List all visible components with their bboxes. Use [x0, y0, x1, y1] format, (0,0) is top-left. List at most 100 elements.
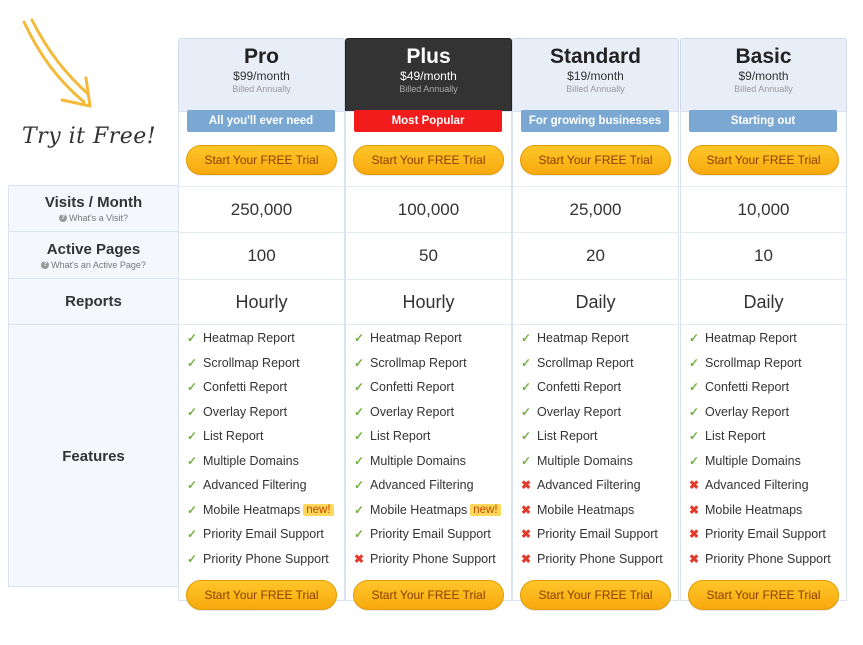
try-it-free-text: Try it Free!	[22, 124, 157, 149]
try-free-promo: Try it Free!	[0, 0, 178, 185]
features-label-title: Features	[62, 447, 125, 465]
feature-label: Priority Email Support	[370, 527, 491, 542]
check-icon: ✓	[689, 404, 700, 419]
features-label: Features	[9, 325, 178, 587]
feature-item: ✖ Priority Email Support	[689, 522, 839, 547]
feature-item: ✓ Confetti Report	[521, 375, 671, 400]
start-trial-button-bottom[interactable]: Start Your FREE Trial	[520, 580, 671, 610]
feature-label: Confetti Report	[203, 380, 288, 395]
plan-tagline: All you'll ever need	[187, 110, 335, 132]
feature-list: ✓ Heatmap Report ✓ Scrollmap Report ✓ Confett…	[354, 326, 504, 571]
feature-item: ✓ Heatmap Report	[187, 326, 337, 351]
check-icon: ✓	[354, 355, 365, 370]
start-trial-button[interactable]: Start Your FREE Trial	[520, 145, 671, 175]
plan-price: $9/month	[738, 69, 789, 83]
feature-item: ✓ Heatmap Report	[354, 326, 504, 351]
feature-item: ✓ Overlay Report	[354, 400, 504, 425]
feature-label: Advanced Filtering	[203, 478, 307, 493]
feature-label: Priority Phone Support	[537, 551, 663, 566]
visits-label-title: Visits / Month	[44, 194, 143, 211]
check-icon: ✓	[187, 331, 198, 346]
cross-icon: ✖	[689, 551, 700, 566]
feature-item: ✖ Priority Phone Support	[354, 547, 504, 572]
feature-label: Advanced Filtering	[537, 478, 641, 493]
visits-help-link[interactable]: ? What's a Visit?	[58, 213, 129, 223]
feature-label: Overlay Report	[537, 404, 622, 419]
start-trial-button[interactable]: Start Your FREE Trial	[186, 145, 337, 175]
pages-label: Active Pages ? What's an Active Page?	[9, 232, 178, 279]
plan-header: Basic $9/month Billed Annually	[680, 38, 847, 111]
feature-item: ✓ Advanced Filtering	[354, 473, 504, 498]
check-icon: ✓	[689, 453, 700, 468]
plan-pro: Pro $99/month Billed Annually 250,000 100 Hou…	[178, 38, 345, 610]
visits-label: Visits / Month ? What's a Visit?	[9, 186, 178, 232]
plan-billing-note: Billed Annually	[566, 84, 625, 94]
new-badge: new!	[303, 503, 334, 516]
feature-label: List Report	[537, 429, 598, 444]
start-trial-button[interactable]: Start Your FREE Trial	[688, 145, 839, 175]
feature-label: Multiple Domains	[203, 453, 299, 468]
plan-standard: Standard $19/month Billed Annually 25,000 20…	[512, 38, 679, 610]
pages-help-link[interactable]: ? What's an Active Page?	[41, 260, 146, 270]
start-trial-button-bottom[interactable]: Start Your FREE Trial	[353, 580, 504, 610]
start-trial-button-bottom[interactable]: Start Your FREE Trial	[688, 580, 839, 610]
arrow-icon	[22, 18, 92, 108]
row-labels: Visits / Month ? What's a Visit? Active P…	[8, 185, 178, 587]
help-icon: ?	[58, 214, 67, 222]
feature-item: ✖ Priority Phone Support	[521, 547, 671, 572]
plan-name: Standard	[549, 45, 641, 68]
visits-help-text: What's a Visit?	[68, 213, 129, 223]
feature-item: ✓ Scrollmap Report	[187, 351, 337, 376]
check-icon: ✓	[187, 380, 198, 395]
check-icon: ✓	[689, 331, 700, 346]
check-icon: ✓	[187, 453, 198, 468]
feature-label: Scrollmap Report	[203, 355, 300, 370]
plan-name: Pro	[243, 45, 279, 68]
check-icon: ✓	[187, 527, 198, 542]
feature-item: ✓ Priority Email Support	[187, 522, 337, 547]
feature-label: Scrollmap Report	[705, 355, 802, 370]
feature-label: List Report	[705, 429, 766, 444]
feature-label: Priority Phone Support	[370, 551, 496, 566]
feature-label: Priority Email Support	[705, 527, 826, 542]
cross-icon: ✖	[689, 478, 700, 493]
cross-icon: ✖	[689, 502, 700, 517]
check-icon: ✓	[521, 355, 532, 370]
feature-item: ✖ Advanced Filtering	[521, 473, 671, 498]
feature-label: Priority Phone Support	[203, 551, 329, 566]
feature-label: Advanced Filtering	[370, 478, 474, 493]
feature-label: Mobile Heatmaps	[203, 502, 301, 517]
plan-header: Plus $49/month Billed Annually	[345, 38, 512, 111]
plan-billing-note: Billed Annually	[232, 84, 291, 94]
check-icon: ✓	[354, 429, 365, 444]
plan-billing-note: Billed Annually	[399, 84, 458, 94]
check-icon: ✓	[521, 429, 532, 444]
feature-label: Confetti Report	[370, 380, 455, 395]
check-icon: ✓	[187, 502, 198, 517]
plan-tagline: Most Popular	[354, 110, 502, 132]
check-icon: ✓	[689, 355, 700, 370]
feature-item: ✓ Mobile Heatmaps new!	[187, 498, 337, 523]
feature-item: ✓ Mobile Heatmaps new!	[354, 498, 504, 523]
check-icon: ✓	[187, 404, 198, 419]
feature-item: ✓ Heatmap Report	[689, 326, 839, 351]
plan-name: Basic	[735, 45, 792, 68]
check-icon: ✓	[187, 478, 198, 493]
check-icon: ✓	[521, 331, 532, 346]
check-icon: ✓	[354, 331, 365, 346]
start-trial-button-bottom[interactable]: Start Your FREE Trial	[186, 580, 337, 610]
check-icon: ✓	[187, 355, 198, 370]
feature-label: Heatmap Report	[537, 331, 629, 346]
pages-value: 10	[681, 232, 846, 279]
plan-tagline: Starting out	[689, 110, 837, 132]
plan-price: $19/month	[567, 69, 624, 83]
feature-item: ✖ Priority Phone Support	[689, 547, 839, 572]
plan-plus: Plus $49/month Billed Annually 100,000 50 Hou…	[345, 38, 512, 610]
feature-item: ✓ Overlay Report	[187, 400, 337, 425]
feature-label: Multiple Domains	[705, 453, 801, 468]
start-trial-button[interactable]: Start Your FREE Trial	[353, 145, 504, 175]
feature-label: Multiple Domains	[537, 453, 633, 468]
check-icon: ✓	[354, 380, 365, 395]
feature-label: Priority Email Support	[203, 527, 324, 542]
plan-billing-note: Billed Annually	[734, 84, 793, 94]
